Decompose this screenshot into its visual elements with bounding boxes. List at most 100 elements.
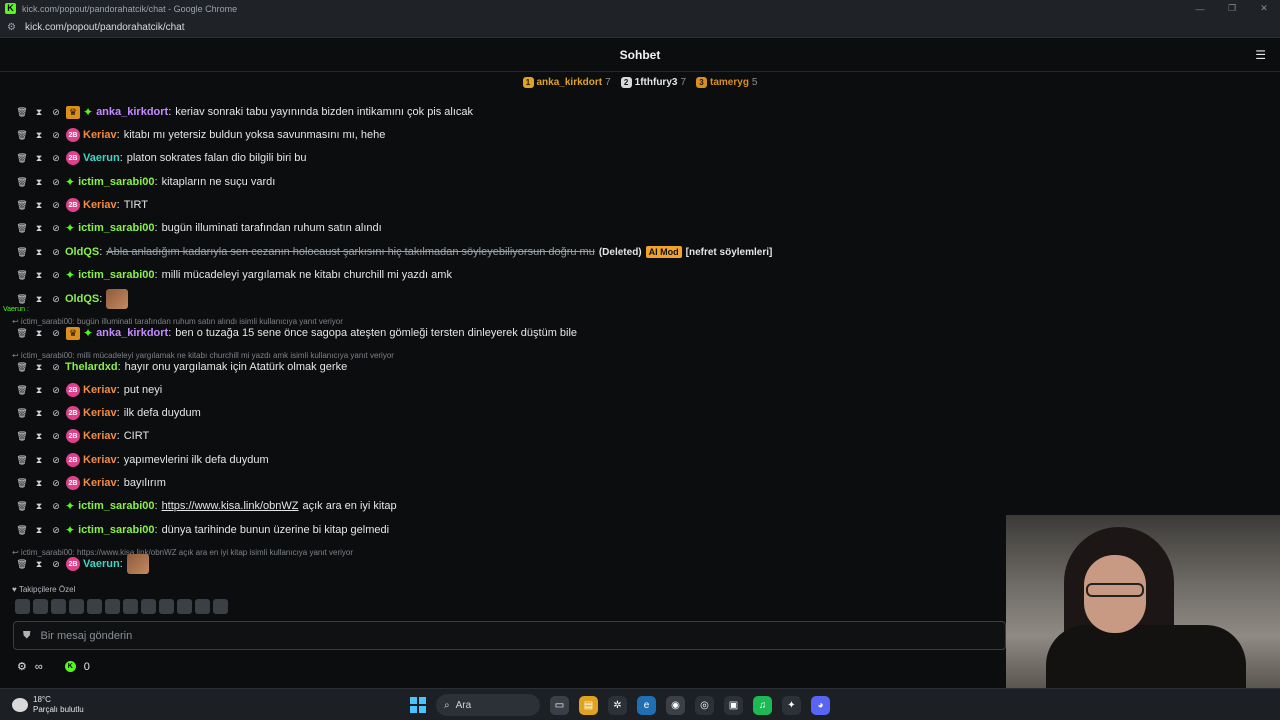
delete-icon[interactable]: 🗑 [16, 130, 28, 141]
emote-8[interactable] [141, 599, 156, 614]
username[interactable]: Keriav [83, 384, 117, 396]
timeout-icon[interactable]: ⧗ [33, 130, 45, 141]
emote-9[interactable] [159, 599, 174, 614]
emote-4[interactable] [69, 599, 84, 614]
emote-3[interactable] [51, 599, 66, 614]
delete-icon[interactable]: 🗑 [16, 177, 28, 188]
delete-icon[interactable]: 🗑 [16, 223, 28, 234]
delete-icon[interactable]: 🗑 [16, 408, 28, 419]
ban-icon[interactable]: ⊘ [50, 455, 62, 466]
taskbar-search[interactable]: ⌕ Ara [436, 694, 540, 716]
delete-icon[interactable]: 🗑 [16, 153, 28, 164]
username[interactable]: OldQS [65, 293, 99, 305]
username[interactable]: anka_kirkdort [96, 327, 168, 339]
delete-icon[interactable]: 🗑 [16, 559, 28, 570]
delete-icon[interactable]: 🗑 [16, 107, 28, 118]
timeout-icon[interactable]: ⧗ [33, 408, 45, 419]
chatgpt-icon[interactable]: ✲ [608, 695, 627, 715]
ban-icon[interactable]: ⊘ [50, 153, 62, 164]
timeout-icon[interactable]: ⧗ [33, 478, 45, 489]
ban-icon[interactable]: ⊘ [50, 478, 62, 489]
emote-6[interactable] [105, 599, 120, 614]
infinity-icon[interactable]: ∞ [35, 661, 43, 673]
ban-icon[interactable]: ⊘ [50, 223, 62, 234]
username[interactable]: Keriav [83, 129, 117, 141]
username[interactable]: ictim_sarabi00 [78, 222, 154, 234]
ban-icon[interactable]: ⊘ [50, 328, 62, 339]
ban-icon[interactable]: ⊘ [50, 525, 62, 536]
leaderboard-item[interactable]: 1 anka_kirkdort 7 [522, 76, 611, 88]
minimize-icon[interactable]: — [1184, 0, 1216, 17]
ban-icon[interactable]: ⊘ [50, 247, 62, 258]
username[interactable]: ictim_sarabi00 [78, 500, 154, 512]
ban-icon[interactable]: ⊘ [50, 294, 62, 305]
discord-icon[interactable]: ◕ [811, 695, 830, 715]
username[interactable]: OldQS [65, 246, 99, 258]
delete-icon[interactable]: 🗑 [16, 525, 28, 536]
emote-7[interactable] [123, 599, 138, 614]
delete-icon[interactable]: 🗑 [16, 455, 28, 466]
delete-icon[interactable]: 🗑 [16, 362, 28, 373]
users-icon[interactable]: ☰ [1255, 48, 1266, 62]
username[interactable]: Keriav [83, 454, 117, 466]
ban-icon[interactable]: ⊘ [50, 107, 62, 118]
capture-icon[interactable]: ▣ [724, 695, 743, 715]
delete-icon[interactable]: 🗑 [16, 247, 28, 258]
timeout-icon[interactable]: ⧗ [33, 362, 45, 373]
username[interactable]: Keriav [83, 199, 117, 211]
delete-icon[interactable]: 🗑 [16, 431, 28, 442]
timeout-icon[interactable]: ⧗ [33, 328, 45, 339]
app-icon[interactable]: ✦ [782, 695, 801, 715]
username[interactable]: Keriav [83, 477, 117, 489]
delete-icon[interactable]: 🗑 [16, 478, 28, 489]
username[interactable]: Thelardxd [65, 361, 118, 373]
ban-icon[interactable]: ⊘ [50, 559, 62, 570]
emote-5[interactable] [87, 599, 102, 614]
timeout-icon[interactable]: ⧗ [33, 385, 45, 396]
leaderboard-item[interactable]: 3 tameryg 5 [696, 76, 757, 88]
timeout-icon[interactable]: ⧗ [33, 431, 45, 442]
delete-icon[interactable]: 🗑 [16, 294, 28, 305]
username[interactable]: anka_kirkdort [96, 106, 168, 118]
username[interactable]: ictim_sarabi00 [78, 269, 154, 281]
message-link[interactable]: https://www.kisa.link/obnWZ [162, 500, 299, 512]
ban-icon[interactable]: ⊘ [50, 501, 62, 512]
timeout-icon[interactable]: ⧗ [33, 455, 45, 466]
delete-icon[interactable]: 🗑 [16, 270, 28, 281]
ban-icon[interactable]: ⊘ [50, 408, 62, 419]
site-info-icon[interactable]: ⚙ [7, 22, 16, 33]
windows-start-icon[interactable] [410, 697, 426, 713]
ban-icon[interactable]: ⊘ [50, 385, 62, 396]
username[interactable]: Vaerun [83, 558, 120, 570]
timeout-icon[interactable]: ⧗ [33, 525, 45, 536]
delete-icon[interactable]: 🗑 [16, 385, 28, 396]
chat-input-box[interactable]: ⛊ [13, 621, 1006, 650]
ban-icon[interactable]: ⊘ [50, 130, 62, 141]
username[interactable]: ictim_sarabi00 [78, 524, 154, 536]
ban-icon[interactable]: ⊘ [50, 200, 62, 211]
timeout-icon[interactable]: ⧗ [33, 177, 45, 188]
url-text[interactable]: kick.com/popout/pandorahatcik/chat [25, 22, 185, 33]
settings-icon[interactable]: ⚙ [17, 660, 27, 673]
emote-10[interactable] [177, 599, 192, 614]
obs-icon[interactable]: ◎ [695, 695, 714, 715]
timeout-icon[interactable]: ⧗ [33, 223, 45, 234]
delete-icon[interactable]: 🗑 [16, 501, 28, 512]
timeout-icon[interactable]: ⧗ [33, 247, 45, 258]
username[interactable]: Vaerun [83, 152, 120, 164]
restore-icon[interactable]: ❐ [1216, 0, 1248, 17]
timeout-icon[interactable]: ⧗ [33, 294, 45, 305]
username[interactable]: Keriav [83, 430, 117, 442]
delete-icon[interactable]: 🗑 [16, 200, 28, 211]
close-icon[interactable]: ✕ [1248, 0, 1280, 17]
timeout-icon[interactable]: ⧗ [33, 270, 45, 281]
ban-icon[interactable]: ⊘ [50, 362, 62, 373]
delete-icon[interactable]: 🗑 [16, 328, 28, 339]
timeout-icon[interactable]: ⧗ [33, 153, 45, 164]
username[interactable]: ictim_sarabi00 [78, 176, 154, 188]
spotify-icon[interactable]: ♫ [753, 695, 772, 715]
ban-icon[interactable]: ⊘ [50, 431, 62, 442]
emote-2[interactable] [33, 599, 48, 614]
emote-1[interactable] [15, 599, 30, 614]
chat-input[interactable] [40, 629, 941, 642]
